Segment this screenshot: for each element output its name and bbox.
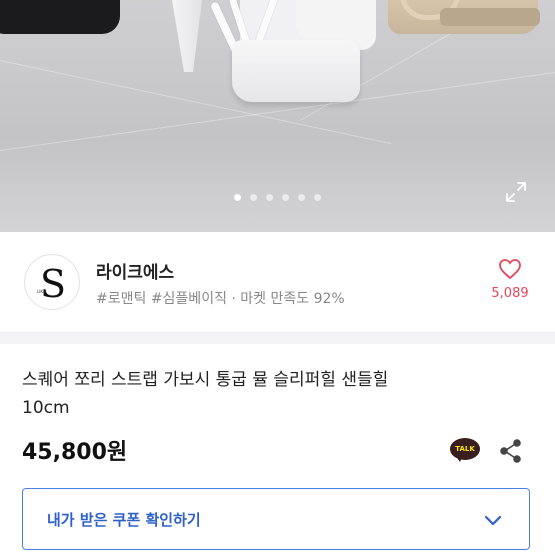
product-title-line: 10cm [22,398,70,418]
carousel-dot[interactable] [314,194,321,201]
heart-icon [499,259,521,280]
coupon-label: 내가 받은 쿠폰 확인하기 [47,511,201,529]
share-icon[interactable] [498,438,524,464]
carousel-dot[interactable] [234,194,241,201]
product-image-carousel[interactable] [0,0,555,232]
chevron-down-icon [483,510,503,530]
white-sandal-heel [172,0,202,72]
shop-logo[interactable]: S LIKE [24,254,80,310]
product-title-line: 스퀘어 쪼리 스트랩 가보시 통굽 뮬 슬리퍼힐 샌들힐 [22,370,389,390]
carousel-dot[interactable] [250,194,257,201]
kakao-talk-button[interactable]: TALK [450,438,480,464]
product-price: 45,800원 [22,440,128,465]
carousel-dot[interactable] [282,194,289,201]
kakao-talk-icon-tail [455,455,463,462]
shop-logo-letter: S [40,262,66,306]
carousel-dot[interactable] [266,194,273,201]
shop-info-row[interactable]: S LIKE 라이크에스 #로맨틱 #심플베이직 · 마켓 만족도 92% 5,… [0,232,555,332]
carousel-dot[interactable] [298,194,305,201]
like-count: 5,089 [491,286,529,301]
expand-icon[interactable] [504,180,528,204]
product-title: 스퀘어 쪼리 스트랩 가보시 통굽 뮬 슬리퍼힐 샌들힐 10cm [22,366,522,422]
beige-sandal-sole [440,8,540,26]
shop-name[interactable]: 라이크에스 [96,258,174,283]
like-button[interactable]: 5,089 [490,258,530,308]
shop-logo-small-text: LIKE [37,289,46,294]
shop-tags: #로맨틱 #심플베이직 · 마켓 만족도 92% [96,291,345,307]
white-sandal-sole [232,40,360,102]
carousel-pagination [0,194,555,201]
coupon-check-button[interactable]: 내가 받은 쿠폰 확인하기 [22,488,530,550]
section-divider [0,332,555,344]
